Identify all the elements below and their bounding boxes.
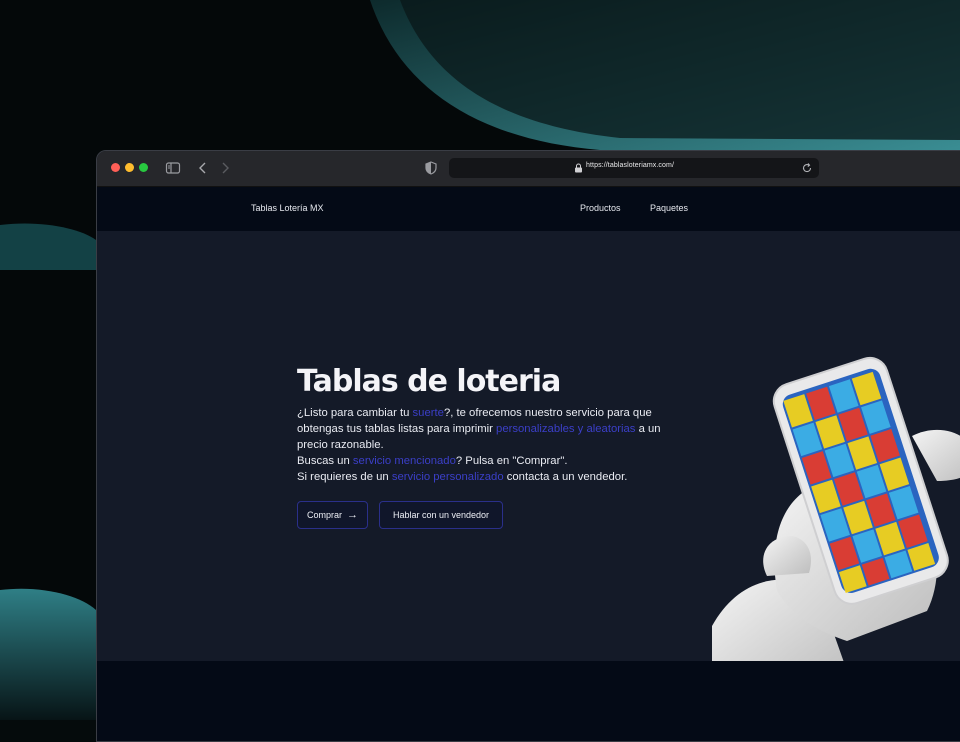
browser-window: https://tablasloteriamx.com/ Tablas Lote… (96, 150, 960, 742)
sidebar-icon[interactable] (165, 160, 181, 176)
chevron-right-icon[interactable] (217, 160, 233, 176)
address-bar[interactable]: https://tablasloteriamx.com/ (449, 158, 819, 178)
link-suerte[interactable]: suerte (413, 407, 444, 419)
hero-description: ¿Listo para cambiar tu suerte?, te ofrec… (297, 405, 677, 485)
contact-sales-button[interactable]: Hablar con un vendedor (379, 501, 503, 529)
site-navbar: Tablas Lotería MX Productos Paquetes (97, 187, 960, 231)
text-segment: ¿Listo para cambiar tu (297, 407, 413, 419)
minimize-window-button[interactable] (125, 163, 134, 172)
site-brand[interactable]: Tablas Lotería MX (251, 203, 324, 213)
link-personalizables[interactable]: personalizables y aleatorias (496, 423, 635, 435)
reload-icon[interactable] (801, 162, 813, 174)
url-text: https://tablasloteriamx.com/ (586, 162, 674, 169)
hero-paragraph-2: Buscas un servicio mencionado? Pulsa en … (297, 453, 677, 469)
nav-link-productos[interactable]: Productos (580, 203, 621, 213)
close-window-button[interactable] (111, 163, 120, 172)
chevron-left-icon[interactable] (195, 160, 211, 176)
lock-icon (575, 163, 582, 173)
hero-paragraph-3: Si requieres de un servicio personalizad… (297, 469, 677, 485)
arrow-right-icon: → (347, 509, 358, 521)
buy-button[interactable]: Comprar → (297, 501, 368, 529)
hero-paragraph-1: ¿Listo para cambiar tu suerte?, te ofrec… (297, 405, 677, 453)
hand-holding-phone-illustration (712, 356, 960, 684)
text-segment: Buscas un (297, 455, 353, 467)
text-segment: Si requieres de un (297, 471, 392, 483)
footer-band (97, 661, 960, 741)
maximize-window-button[interactable] (139, 163, 148, 172)
buy-button-label: Comprar (306, 510, 342, 520)
link-servicio-mencionado[interactable]: servicio mencionado (353, 455, 456, 467)
nav-link-paquetes[interactable]: Paquetes (650, 203, 688, 213)
link-servicio-personalizado[interactable]: servicio personalizado (392, 471, 504, 483)
text-segment: ? Pulsa en "Comprar". (455, 455, 568, 467)
hero-title: Tablas de loteria (297, 364, 561, 399)
hero-section: Tablas de loteria ¿Listo para cambiar tu… (97, 231, 960, 684)
browser-titlebar: https://tablasloteriamx.com/ (97, 151, 960, 187)
text-segment: contacta a un vendedor. (503, 471, 628, 483)
shield-icon[interactable] (423, 160, 439, 176)
contact-sales-label: Hablar con un vendedor (392, 510, 490, 520)
